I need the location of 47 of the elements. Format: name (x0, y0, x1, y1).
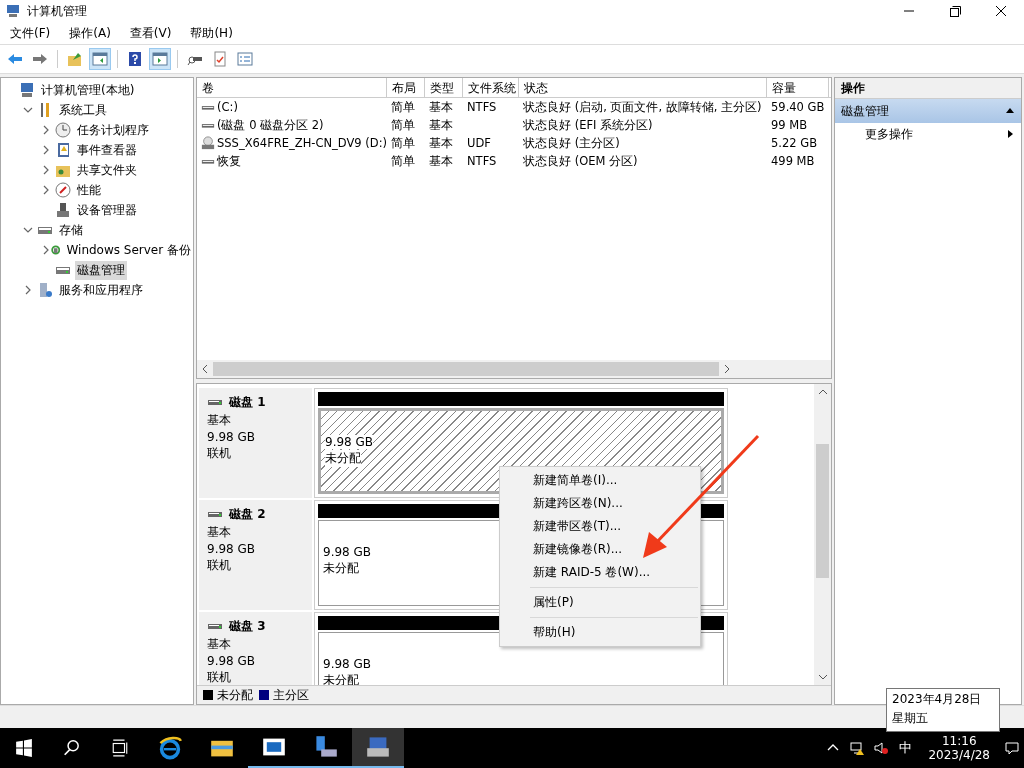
table-cell: 状态良好 (主分区) (523, 135, 620, 151)
actions-header: 操作 (835, 78, 1021, 99)
disk-status: 联机 (207, 445, 232, 462)
table-cell: NTFS (467, 100, 497, 114)
table-cell: NTFS (467, 154, 497, 168)
table-cell: 简单 (391, 117, 415, 133)
table-cell: 基本 (429, 99, 453, 115)
tooltip-text: 星期五 (892, 710, 929, 727)
disk-size: 9.98 GB (207, 654, 257, 668)
disk-type: 基本 (207, 412, 232, 429)
disk-type: 基本 (207, 636, 232, 653)
tooltip-text: 2023年4月28日 (892, 691, 982, 708)
table-cell: SSS_X64FRE_ZH-CN_DV9 (D:) (217, 136, 388, 150)
disk-status: 联机 (207, 557, 232, 574)
table-cell: 99 MB (771, 118, 808, 132)
table-cell: UDF (467, 136, 491, 150)
partition-label: 未分配 (323, 560, 359, 577)
disk-name: 磁盘 3 (229, 618, 266, 635)
partition-size: 9.98 GB (323, 657, 372, 671)
table-cell: (C:) (217, 100, 238, 114)
partition-label: 未分配 (325, 450, 361, 467)
legend-label: 主分区 (273, 686, 309, 704)
table-cell: (磁盘 0 磁盘分区 2) (217, 117, 324, 133)
disk-name: 磁盘 2 (229, 506, 266, 523)
legend-label: 未分配 (217, 686, 253, 704)
table-cell: 简单 (391, 99, 415, 115)
partition-size: 9.98 GB (323, 545, 372, 559)
disk-status: 联机 (207, 669, 232, 685)
disk-size: 9.98 GB (207, 430, 257, 444)
table-cell: 5.22 GB (771, 136, 818, 150)
table-cell: 简单 (391, 153, 415, 169)
table-cell: 基本 (429, 117, 453, 133)
disk-size: 9.98 GB (207, 542, 257, 556)
table-cell: 状态良好 (OEM 分区) (523, 153, 638, 169)
table-cell: 499 MB (771, 154, 815, 168)
table-cell: 状态良好 (启动, 页面文件, 故障转储, 主分区) (523, 99, 762, 115)
partition-size: 9.98 GB (325, 435, 374, 449)
window-title: 计算机管理 (27, 2, 87, 20)
partition-label: 未分配 (323, 672, 359, 685)
disk-type: 基本 (207, 524, 232, 541)
disk-name: 磁盘 1 (229, 394, 266, 411)
table-cell: 59.40 GB (771, 100, 825, 114)
table-cell: 恢复 (217, 153, 241, 169)
table-cell: 简单 (391, 135, 415, 151)
table-cell: 状态良好 (EFI 系统分区) (523, 117, 653, 133)
table-cell: 基本 (429, 153, 453, 169)
table-cell: 基本 (429, 135, 453, 151)
